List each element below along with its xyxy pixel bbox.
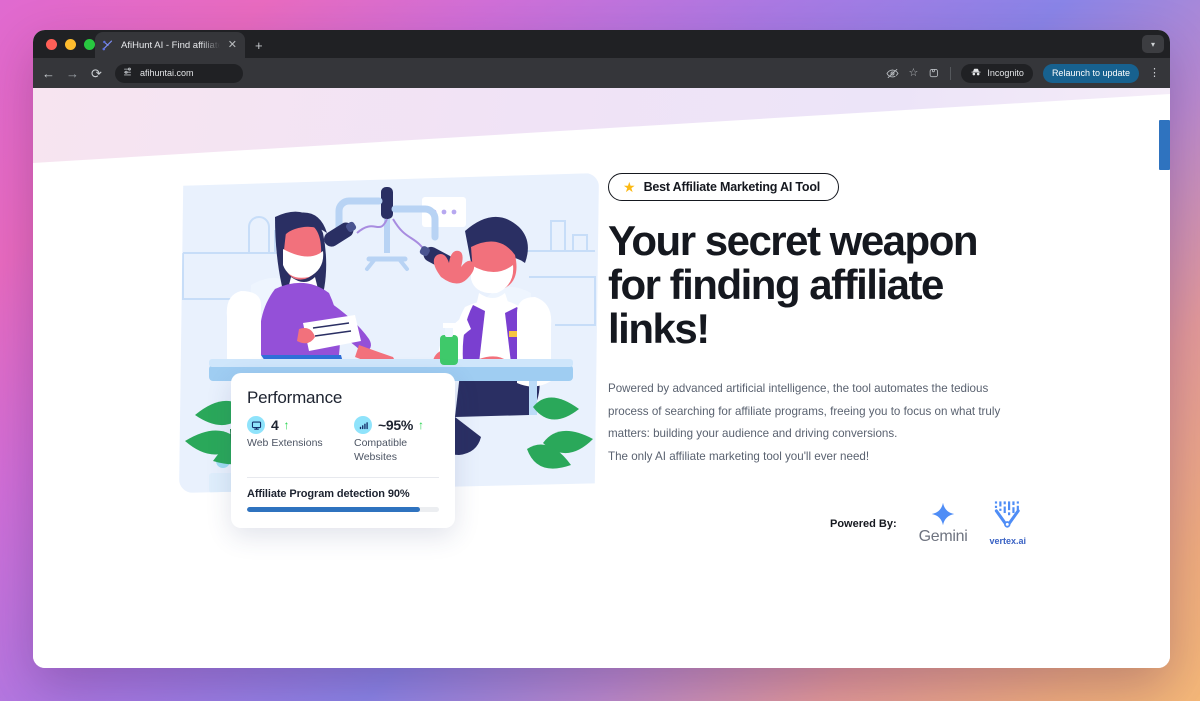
tracking-protection-icon[interactable] — [886, 67, 899, 80]
url-text: afihuntai.com — [140, 68, 194, 78]
signal-bars-icon — [354, 416, 372, 434]
stat-web-extensions: 4 ↑ Web Extensions — [247, 416, 332, 464]
stat-value: ~95% — [378, 417, 413, 433]
hero-text-column: ★ Best Affiliate Marketing AI Tool Your … — [608, 173, 1038, 546]
browser-toolbar: ← → ⟳ afihuntai.com ☆ Incognito Relaunch… — [33, 58, 1170, 88]
monitor-icon — [247, 416, 265, 434]
tab-title: AfiHunt AI - Find affiliate links — [121, 39, 220, 51]
powered-by-section: Powered By: Gemini vertex.ai — [608, 499, 1038, 546]
stat-value: 4 — [271, 417, 279, 433]
vertex-ai-icon — [992, 499, 1024, 535]
gemini-label: Gemini — [918, 527, 968, 545]
relaunch-label: Relaunch to update — [1051, 68, 1130, 78]
hero-description-line1: Powered by advanced artificial intellige… — [608, 382, 1001, 441]
incognito-hat-icon — [970, 67, 982, 79]
hero-description: Powered by advanced artificial intellige… — [608, 378, 1008, 468]
page-scrollbar[interactable] — [1159, 88, 1170, 668]
forward-button[interactable]: → — [65, 67, 80, 80]
gemini-sparkle-icon — [931, 500, 955, 526]
stat-value-row: ~95% ↑ — [354, 416, 439, 434]
maximize-window-button[interactable] — [84, 39, 95, 50]
back-button[interactable]: ← — [41, 67, 56, 80]
card-divider — [247, 477, 439, 479]
page-title: Your secret weapon for finding affiliate… — [608, 217, 979, 353]
reload-button[interactable]: ⟳ — [89, 67, 104, 80]
detection-label: Affiliate Program detection 90% — [247, 488, 410, 501]
detection-progress-track — [247, 507, 439, 513]
scrollbar-thumb[interactable] — [1159, 120, 1170, 170]
window-controls — [46, 39, 95, 50]
tab-strip: AfiHunt AI - Find affiliate links ✕ + ▾ — [33, 30, 1170, 58]
stat-compatible-websites: ~95% ↑ Compatible Websites — [354, 416, 439, 464]
chevron-down-icon[interactable]: ▾ — [1142, 35, 1164, 53]
toolbar-divider — [950, 66, 952, 80]
extensions-icon[interactable] — [928, 67, 940, 79]
vertex-ai-logo: vertex.ai — [989, 499, 1027, 546]
incognito-badge[interactable]: Incognito — [961, 63, 1033, 83]
gemini-logo: Gemini — [919, 500, 968, 546]
performance-card: Performance 4 ↑ Web Extensions ~95% ↑ Co… — [231, 373, 455, 529]
minimize-window-button[interactable] — [65, 39, 76, 50]
relaunch-to-update-button[interactable]: Relaunch to update — [1042, 63, 1139, 83]
performance-stats: 4 ↑ Web Extensions ~95% ↑ Compatible Web… — [247, 416, 439, 464]
close-window-button[interactable] — [46, 39, 57, 50]
detection-progress-fill — [247, 507, 420, 513]
new-tab-button[interactable]: + — [255, 39, 263, 52]
performance-title: Performance — [247, 388, 343, 407]
star-icon: ★ — [623, 179, 636, 195]
browser-tab[interactable]: AfiHunt AI - Find affiliate links ✕ — [95, 32, 245, 58]
afihunt-logo-icon — [101, 38, 115, 52]
tune-icon[interactable] — [123, 64, 134, 82]
powered-by-label: Powered By: — [830, 517, 897, 530]
hero-section: Performance 4 ↑ Web Extensions ~95% ↑ Co… — [33, 88, 1170, 668]
stat-label: Compatible Websites — [354, 437, 408, 464]
toolbar-actions: ☆ Incognito Relaunch to update ⋮ — [886, 63, 1162, 83]
incognito-label: Incognito — [987, 68, 1024, 78]
stat-value-row: 4 ↑ — [247, 416, 332, 434]
close-tab-icon[interactable]: ✕ — [226, 39, 239, 51]
address-bar[interactable]: afihuntai.com — [115, 63, 243, 83]
best-tool-badge: ★ Best Affiliate Marketing AI Tool — [608, 173, 840, 201]
hero-description-line2: The only AI affiliate marketing tool you… — [608, 450, 870, 464]
bookmark-star-icon[interactable]: ☆ — [909, 67, 919, 79]
trend-up-icon: ↑ — [283, 418, 290, 432]
trend-up-icon: ↑ — [418, 418, 424, 432]
page-content: Performance 4 ↑ Web Extensions ~95% ↑ Co… — [33, 88, 1170, 668]
browser-menu-icon[interactable]: ⋮ — [1149, 67, 1160, 79]
browser-window: AfiHunt AI - Find affiliate links ✕ + ▾ … — [33, 30, 1170, 668]
badge-label: Best Affiliate Marketing AI Tool — [643, 180, 821, 194]
vertex-ai-label: vertex.ai — [989, 535, 1027, 546]
stat-label: Web Extensions — [247, 437, 323, 449]
